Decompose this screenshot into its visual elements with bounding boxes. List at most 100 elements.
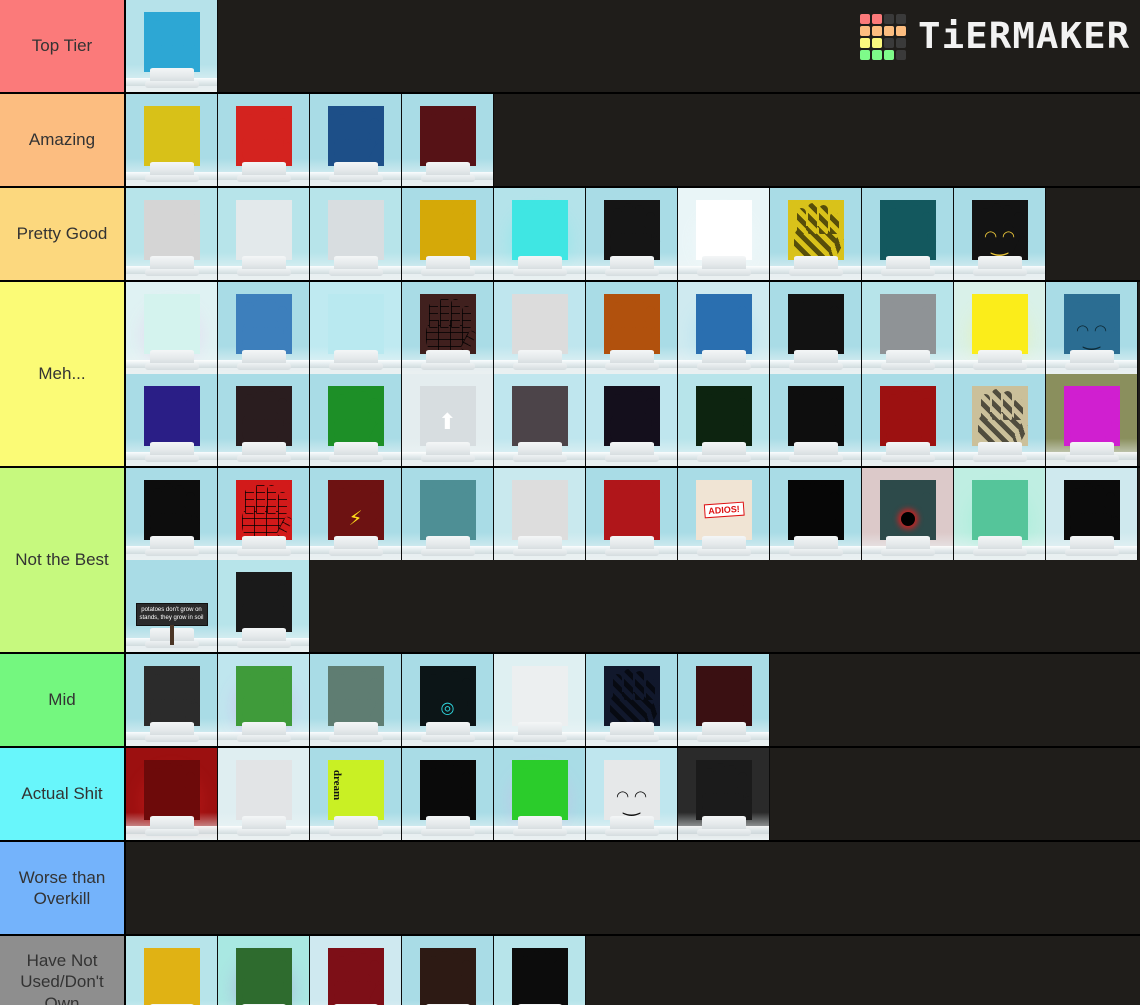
tier-item-white-arrow-glove[interactable]: ⬆ bbox=[402, 374, 494, 466]
tier-item-grey-gear-glove[interactable] bbox=[310, 188, 402, 280]
tier-item-pastel-glow-glove[interactable] bbox=[126, 282, 218, 374]
tier-item-black-glove[interactable] bbox=[770, 282, 862, 374]
tier-item-blue-glove[interactable] bbox=[126, 0, 218, 92]
tier-items-0[interactable] bbox=[126, 0, 1140, 92]
tier-item-black-smiley-glove[interactable]: ◠ ◠ ‿ bbox=[954, 188, 1046, 280]
tier-item-sage-stone-glove[interactable] bbox=[310, 654, 402, 746]
tier-item-navy-scratch-glove[interactable] bbox=[586, 654, 678, 746]
tier-item-dark-red-glove[interactable] bbox=[402, 94, 494, 186]
tier-items-3[interactable]: ◠ ◠ ‿ ⬆ bbox=[126, 282, 1140, 466]
hand-part bbox=[542, 299, 552, 328]
tier-item-black-purple-glove[interactable] bbox=[586, 374, 678, 466]
tier-item-green-matrix-glove[interactable] bbox=[310, 374, 402, 466]
tier-item-brick-glove[interactable] bbox=[402, 282, 494, 374]
tier-item-red-pattern-glove[interactable] bbox=[218, 94, 310, 186]
glove-hand bbox=[143, 12, 202, 72]
tier-item-black-smoke-glove[interactable] bbox=[1046, 468, 1138, 560]
tier-item-white-light-glove[interactable] bbox=[678, 188, 770, 280]
tier-item-blue-smiley-glove[interactable]: ◠ ◠ ‿ bbox=[1046, 282, 1138, 374]
tier-item-pale-white-glove[interactable] bbox=[494, 468, 586, 560]
tier-items-8[interactable] bbox=[126, 936, 1140, 1005]
tier-item-purple-check-glove[interactable] bbox=[126, 374, 218, 466]
tier-item-red-fire-glove[interactable] bbox=[126, 748, 218, 840]
tier-label-5[interactable]: Mid bbox=[0, 654, 126, 746]
tier-item-black-gold-glove[interactable] bbox=[494, 936, 586, 1005]
tier-item-black-green-glove[interactable] bbox=[678, 374, 770, 466]
tier-label-0[interactable]: Top Tier bbox=[0, 0, 126, 92]
tier-item-pumpkin-glove[interactable] bbox=[218, 936, 310, 1005]
glove-thumbnail: ◠ ◠ ‿ bbox=[1046, 282, 1137, 374]
tier-item-red-brick-glove[interactable] bbox=[218, 468, 310, 560]
tier-items-1[interactable] bbox=[126, 94, 1140, 186]
tier-item-dark-teal-hole-glove[interactable] bbox=[862, 468, 954, 560]
tier-item-white-rain-glove[interactable] bbox=[494, 654, 586, 746]
tier-item-gold-glove[interactable] bbox=[126, 936, 218, 1005]
tier-label-2[interactable]: Pretty Good bbox=[0, 188, 126, 280]
tier-item-dark-red-bolt-glove[interactable]: ⚡ bbox=[310, 468, 402, 560]
glove-thumbnail bbox=[862, 188, 953, 280]
tier-item-black-cyan-rune-glove[interactable]: ◎ bbox=[402, 654, 494, 746]
tier-item-dark-brown-glove[interactable] bbox=[402, 936, 494, 1005]
tier-item-potato-sign[interactable]: potatoes don't grow on stands, they grow… bbox=[126, 560, 218, 652]
tier-item-pink-checker-scene[interactable] bbox=[1046, 374, 1138, 466]
tier-item-teal-camo-glove[interactable] bbox=[862, 188, 954, 280]
tier-item-grey-dotted-glove[interactable] bbox=[494, 374, 586, 466]
hand-part bbox=[152, 114, 162, 140]
tier-item-yellow-pattern-glove[interactable] bbox=[126, 94, 218, 186]
tier-item-steel-blue-glove[interactable] bbox=[218, 282, 310, 374]
tier-items-7[interactable] bbox=[126, 842, 1140, 934]
glove-stand bbox=[880, 536, 935, 556]
tier-item-green-pattern-glove[interactable] bbox=[494, 748, 586, 840]
tier-items-2[interactable]: ◠ ◠ ‿ bbox=[126, 188, 1140, 280]
tier-item-white-red-outline-glove[interactable] bbox=[218, 188, 310, 280]
tier-label-6[interactable]: Actual Shit bbox=[0, 748, 126, 840]
glove-stand bbox=[512, 722, 567, 742]
hand-part bbox=[369, 118, 379, 140]
tier-item-candy-cane-glove[interactable] bbox=[310, 936, 402, 1005]
glove-thumbnail bbox=[494, 468, 585, 560]
tier-item-dream-glove[interactable]: dream bbox=[310, 748, 402, 840]
tier-item-dark-blue-glove[interactable] bbox=[310, 94, 402, 186]
tier-item-plain-white-glove[interactable] bbox=[218, 748, 310, 840]
tier-item-domino-glove[interactable] bbox=[494, 282, 586, 374]
tier-item-ghost-outline-glove[interactable] bbox=[310, 282, 402, 374]
tier-item-dark-red-rune-glove[interactable] bbox=[678, 654, 770, 746]
tier-item-dark-marble-glove[interactable] bbox=[218, 374, 310, 466]
tier-item-teal-glove[interactable] bbox=[402, 468, 494, 560]
tier-item-ash-grey-glove[interactable] bbox=[218, 560, 310, 652]
tier-item-matte-black-glove[interactable] bbox=[770, 374, 862, 466]
tier-item-black-swirl-glove[interactable] bbox=[586, 188, 678, 280]
tier-item-crimson-mesh-glove[interactable] bbox=[586, 468, 678, 560]
tier-item-yellow-black-stripe-glove[interactable] bbox=[770, 188, 862, 280]
tier-label-7[interactable]: Worse than Overkill bbox=[0, 842, 126, 934]
tier-item-dark-night-scene[interactable] bbox=[678, 748, 770, 840]
tier-label-4[interactable]: Not the Best bbox=[0, 468, 126, 652]
tier-items-5[interactable]: ◎ bbox=[126, 654, 1140, 746]
tier-item-grey-glove[interactable] bbox=[862, 282, 954, 374]
tier-item-black-z-glove[interactable] bbox=[126, 468, 218, 560]
tier-item-plain-grey-glove[interactable] bbox=[126, 188, 218, 280]
tier-item-black-detail-glove[interactable] bbox=[402, 748, 494, 840]
tier-items-6[interactable]: dream ◠ ◠ ‿ bbox=[126, 748, 1140, 840]
tier-item-red-pattern-glove-2[interactable] bbox=[862, 374, 954, 466]
hand-part bbox=[888, 394, 898, 420]
tier-item-mint-glow-glove[interactable] bbox=[954, 468, 1046, 560]
tier-item-orange-brown-glove[interactable] bbox=[586, 282, 678, 374]
tier-item-yellow-neon-glove[interactable] bbox=[954, 282, 1046, 374]
tier-item-pure-black-glove[interactable] bbox=[770, 468, 862, 560]
tier-label-8[interactable]: Have Not Used/Don't Own bbox=[0, 936, 126, 1005]
tier-item-white-smiley-glove[interactable]: ◠ ◠ ‿ bbox=[586, 748, 678, 840]
tier-item-blue-screen-glove[interactable] bbox=[678, 282, 770, 374]
hand-part bbox=[163, 763, 173, 794]
tier-item-cyan-glow-glove[interactable] bbox=[494, 188, 586, 280]
tier-label-1[interactable]: Amazing bbox=[0, 94, 126, 186]
tier-label-3[interactable]: Meh... bbox=[0, 282, 126, 466]
tier-item-rainbow-oil-glove[interactable] bbox=[218, 654, 310, 746]
tier-item-gold-mesh-glove[interactable] bbox=[402, 188, 494, 280]
glove-hand bbox=[1063, 386, 1122, 446]
hand-part bbox=[531, 389, 541, 420]
tier-item-adios-glove[interactable]: ADIOS! bbox=[678, 468, 770, 560]
tier-items-4[interactable]: ⚡ ADIOS! potatoes don't grow on stands, th… bbox=[126, 468, 1140, 652]
tier-item-dark-grey-mesh-glove[interactable] bbox=[126, 654, 218, 746]
tier-item-beige-bandage-glove[interactable] bbox=[954, 374, 1046, 466]
